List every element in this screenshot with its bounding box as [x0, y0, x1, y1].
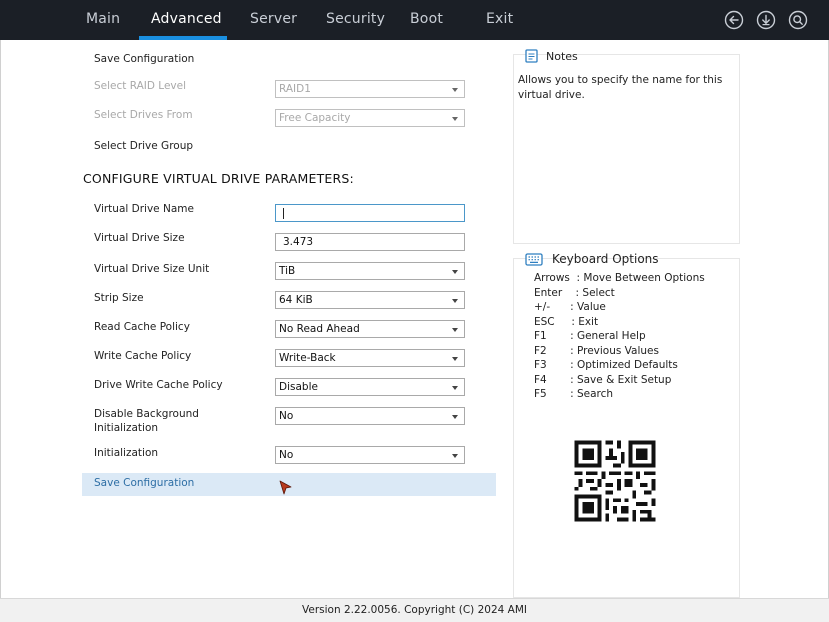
- disable-bg-init-label-line1: Disable Background: [94, 408, 199, 420]
- key-row-f1: F1 : General Help: [534, 330, 646, 342]
- virtual-drive-size-label: Virtual Drive Size: [94, 232, 185, 244]
- chevron-down-icon: [452, 357, 458, 361]
- drives-from-label: Select Drives From: [94, 109, 193, 121]
- strip-size-label: Strip Size: [94, 292, 144, 304]
- drive-write-cache-label: Drive Write Cache Policy: [94, 379, 223, 391]
- chevron-down-icon: [452, 299, 458, 303]
- virtual-drive-name-label: Virtual Drive Name: [94, 203, 194, 215]
- save-configuration-top-label[interactable]: Save Configuration: [94, 52, 194, 66]
- key-row-enter: Enter : Select: [534, 287, 615, 299]
- raid-level-value: RAID1: [279, 83, 311, 95]
- top-navigation-bar: Main Advanced Server Security Boot Exit: [0, 0, 829, 40]
- qr-code-icon: [567, 433, 663, 529]
- strip-size-select[interactable]: 64 KiB: [275, 291, 465, 309]
- tab-server[interactable]: Server: [250, 0, 297, 40]
- raid-level-label: Select RAID Level: [94, 80, 187, 92]
- search-icon[interactable]: [788, 10, 808, 30]
- download-icon[interactable]: [756, 10, 776, 30]
- drives-from-select: Free Capacity: [275, 109, 465, 127]
- notes-text-line2: virtual drive.: [518, 89, 585, 101]
- virtual-drive-size-value: 3.473: [283, 236, 314, 248]
- notes-text-line1: Allows you to specify the name for this: [518, 74, 723, 86]
- left-frame-edge: [0, 40, 1, 598]
- chevron-down-icon: [452, 454, 458, 458]
- save-configuration-button[interactable]: Save Configuration: [94, 477, 194, 489]
- disable-bg-init-select[interactable]: No: [275, 407, 465, 425]
- tab-advanced[interactable]: Advanced: [151, 0, 222, 40]
- read-cache-value: No Read Ahead: [279, 323, 360, 335]
- tab-main[interactable]: Main: [86, 0, 120, 40]
- key-row-f2: F2 : Previous Values: [534, 345, 659, 357]
- raid-level-select: RAID1: [275, 80, 465, 98]
- key-row-f4: F4 : Save & Exit Setup: [534, 374, 672, 386]
- read-cache-select[interactable]: No Read Ahead: [275, 320, 465, 338]
- tab-boot[interactable]: Boot: [410, 0, 443, 40]
- initialization-value: No: [279, 449, 294, 461]
- notes-icon: [525, 49, 538, 63]
- keyboard-icon: [525, 253, 543, 266]
- footer-version: Version 2.22.0056. Copyright (C) 2024 AM…: [0, 598, 829, 622]
- key-row-plus-minus: +/- : Value: [534, 301, 606, 313]
- drives-from-value: Free Capacity: [279, 112, 351, 124]
- mouse-pointer-icon: [279, 480, 292, 495]
- section-title: CONFIGURE VIRTUAL DRIVE PARAMETERS:: [83, 171, 354, 186]
- chevron-down-icon: [452, 117, 458, 121]
- text-caret: [283, 208, 284, 219]
- read-cache-label: Read Cache Policy: [94, 321, 190, 333]
- virtual-drive-size-input[interactable]: 3.473: [275, 233, 465, 251]
- notes-title: Notes: [546, 50, 578, 63]
- write-cache-value: Write-Back: [279, 352, 336, 364]
- back-arrow-icon[interactable]: [724, 10, 744, 30]
- chevron-down-icon: [452, 386, 458, 390]
- initialization-label: Initialization: [94, 447, 159, 459]
- write-cache-label: Write Cache Policy: [94, 350, 192, 362]
- chevron-down-icon: [452, 88, 458, 92]
- active-tab-indicator: [139, 36, 227, 40]
- initialization-select[interactable]: No: [275, 446, 465, 464]
- chevron-down-icon: [452, 328, 458, 332]
- tab-security[interactable]: Security: [326, 0, 385, 40]
- drive-write-cache-value: Disable: [279, 381, 318, 393]
- write-cache-select[interactable]: Write-Back: [275, 349, 465, 367]
- strip-size-value: 64 KiB: [279, 294, 313, 306]
- key-row-esc: ESC : Exit: [534, 316, 599, 328]
- drive-write-cache-select[interactable]: Disable: [275, 378, 465, 396]
- virtual-drive-name-input[interactable]: [275, 204, 465, 222]
- key-row-arrows: Arrows : Move Between Options: [534, 272, 705, 284]
- size-unit-select[interactable]: TiB: [275, 262, 465, 280]
- disable-bg-init-value: No: [279, 410, 294, 422]
- size-unit-value: TiB: [279, 265, 296, 277]
- tab-exit[interactable]: Exit: [486, 0, 513, 40]
- size-unit-label: Virtual Drive Size Unit: [94, 263, 210, 275]
- key-row-f3: F3 : Optimized Defaults: [534, 359, 678, 371]
- key-row-f5: F5 : Search: [534, 388, 614, 400]
- select-drive-group-label[interactable]: Select Drive Group: [94, 139, 193, 153]
- chevron-down-icon: [452, 415, 458, 419]
- disable-bg-init-label-line2: Initialization: [94, 422, 159, 434]
- chevron-down-icon: [452, 270, 458, 274]
- keyboard-options-title: Keyboard Options: [552, 252, 659, 266]
